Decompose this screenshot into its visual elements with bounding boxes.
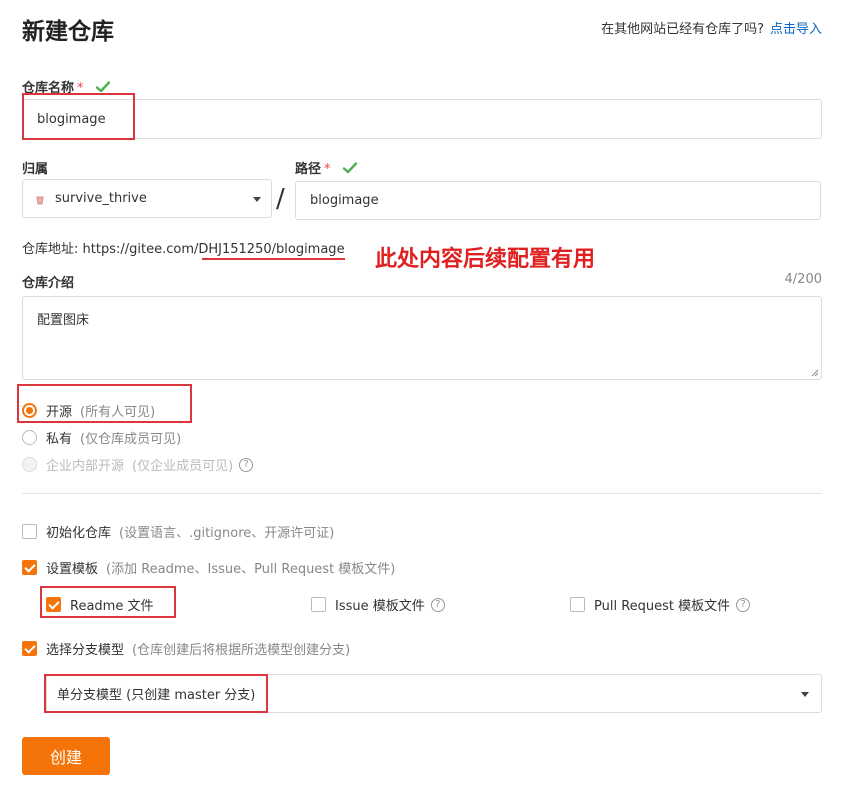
create-button[interactable]: 创建 [22, 737, 110, 775]
repo-name-label-text: 仓库名称 [22, 81, 75, 96]
divider [22, 493, 822, 494]
template-note: (添加 Readme、Issue、Pull Request 模板文件) [106, 562, 396, 577]
template-file-label: Pull Request 模板文件 [594, 599, 731, 614]
template-file-issue[interactable]: Issue 模板文件 ? [311, 595, 445, 614]
required-mark: * [77, 81, 84, 96]
repo-name-value: blogimage [37, 111, 106, 127]
branch-model-select[interactable]: 单分支模型 (只创建 master 分支) [46, 674, 822, 713]
visibility-option-public[interactable]: 开源 (所有人可见) [22, 401, 155, 420]
help-icon[interactable]: ? [239, 457, 254, 472]
branch-model-value: 单分支模型 (只创建 master 分支) [57, 688, 256, 703]
visibility-label: 私有 [46, 432, 73, 447]
chevron-down-icon [801, 692, 809, 697]
path-input[interactable]: blogimage [295, 181, 821, 220]
template-checkbox[interactable] [22, 560, 37, 575]
repo-url: 仓库地址: https://gitee.com/DHJ151250/blogim… [22, 238, 345, 257]
check-icon [95, 81, 111, 97]
import-hint-text: 在其他网站已经有仓库了吗? [601, 22, 764, 37]
readme-checkbox[interactable] [46, 597, 61, 612]
branch-model-note: (仓库创建后将根据所选模型创建分支) [132, 643, 351, 658]
template-file-readme[interactable]: Readme 文件 [46, 595, 153, 614]
resize-handle-icon[interactable] [811, 369, 819, 377]
owner-select[interactable]: survive_thrive [22, 179, 272, 218]
path-label: 路径 * [295, 158, 358, 178]
radio-public[interactable] [22, 403, 37, 418]
annotation-text: 此处内容后续配置有用 [375, 247, 596, 272]
repo-name-label: 仓库名称 * [22, 77, 111, 97]
help-icon[interactable]: ? [430, 597, 445, 612]
path-separator: / [276, 184, 285, 214]
template-option[interactable]: 设置模板 (添加 Readme、Issue、Pull Request 模板文件) [22, 558, 395, 577]
repo-url-prefix: https://gitee.com/ [82, 242, 199, 257]
owner-value: survive_thrive [55, 191, 147, 206]
branch-model-label: 选择分支模型 [46, 643, 125, 658]
page-title: 新建仓库 [22, 19, 114, 45]
owner-avatar-icon [35, 194, 45, 204]
radio-enterprise [22, 457, 37, 472]
template-label: 设置模板 [46, 562, 99, 577]
template-file-label: Issue 模板文件 [335, 599, 425, 614]
pr-checkbox[interactable] [570, 597, 585, 612]
description-value: 配置图床 [37, 313, 90, 328]
description-label: 仓库介绍 [22, 276, 75, 291]
highlight-underline-url [202, 258, 345, 260]
visibility-note: (所有人可见) [80, 405, 156, 420]
visibility-label: 企业内部开源 [46, 459, 125, 474]
template-file-pr[interactable]: Pull Request 模板文件 ? [570, 595, 751, 614]
visibility-note: (仅企业成员可见) [132, 459, 234, 474]
chevron-down-icon [253, 197, 261, 202]
branch-model-checkbox[interactable] [22, 641, 37, 656]
radio-private[interactable] [22, 430, 37, 445]
description-textarea[interactable]: 配置图床 [22, 296, 822, 380]
import-hint: 在其他网站已经有仓库了吗? 点击导入 [601, 18, 822, 37]
template-file-label: Readme 文件 [70, 599, 154, 614]
owner-label: 归属 [22, 162, 49, 177]
visibility-option-private[interactable]: 私有 (仅仓库成员可见) [22, 428, 181, 447]
repo-url-label: 仓库地址: [22, 242, 79, 257]
init-repo-note: (设置语言、.gitignore、开源许可证) [119, 526, 335, 541]
issue-checkbox[interactable] [311, 597, 326, 612]
repo-url-suffix: DHJ151250/blogimage [198, 242, 345, 257]
import-link[interactable]: 点击导入 [770, 22, 822, 37]
repo-name-input[interactable]: blogimage [22, 99, 822, 139]
init-repo-option[interactable]: 初始化仓库 (设置语言、.gitignore、开源许可证) [22, 522, 334, 541]
init-repo-checkbox[interactable] [22, 524, 37, 539]
check-icon [342, 162, 358, 178]
path-value: blogimage [310, 193, 379, 208]
branch-model-option[interactable]: 选择分支模型 (仓库创建后将根据所选模型创建分支) [22, 639, 350, 658]
visibility-label: 开源 [46, 405, 73, 420]
init-repo-label: 初始化仓库 [46, 526, 112, 541]
description-counter: 4/200 [784, 272, 822, 287]
visibility-option-enterprise: 企业内部开源 (仅企业成员可见) ? [22, 455, 254, 474]
visibility-note: (仅仓库成员可见) [80, 432, 182, 447]
required-mark: * [324, 162, 331, 177]
path-label-text: 路径 [295, 162, 322, 177]
help-icon[interactable]: ? [736, 597, 751, 612]
